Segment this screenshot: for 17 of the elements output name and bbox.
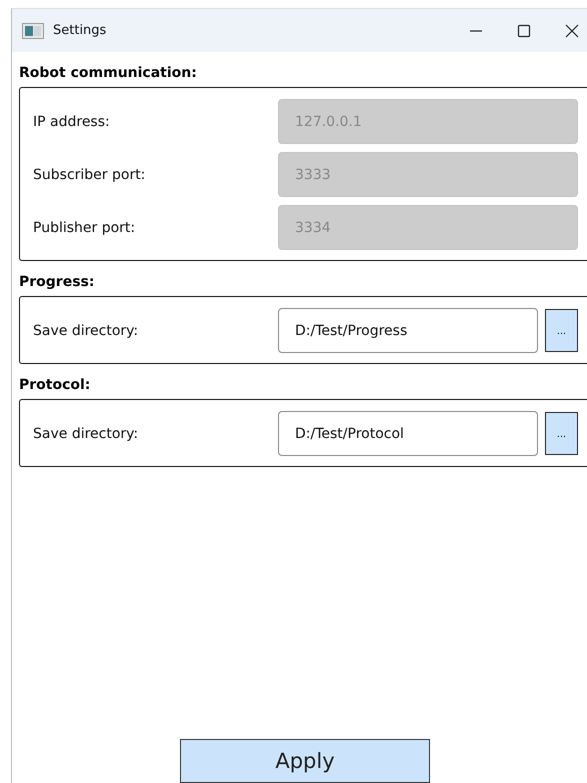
apply-button[interactable]: Apply xyxy=(180,739,430,783)
close-icon[interactable] xyxy=(564,22,580,38)
browse-button[interactable]: ... xyxy=(545,309,578,352)
field-label: Save directory: xyxy=(32,322,140,338)
section-heading: Protocol: xyxy=(19,376,92,394)
maximize-icon[interactable] xyxy=(516,22,532,38)
input-field[interactable]: D:/Test/Protocol xyxy=(278,411,538,456)
window-title: Settings xyxy=(53,23,106,38)
field-label: IP address: xyxy=(32,114,111,130)
section-heading: Progress: xyxy=(19,273,96,291)
browse-button[interactable]: ... xyxy=(545,412,578,455)
section-heading: Robot communication: xyxy=(19,64,198,82)
field-label: Save directory: xyxy=(32,426,140,442)
window-icon xyxy=(22,22,44,38)
field-label: Subscriber port: xyxy=(32,166,146,182)
input-field[interactable]: D:/Test/Progress xyxy=(278,308,538,353)
field-label: Publisher port: xyxy=(32,220,136,236)
